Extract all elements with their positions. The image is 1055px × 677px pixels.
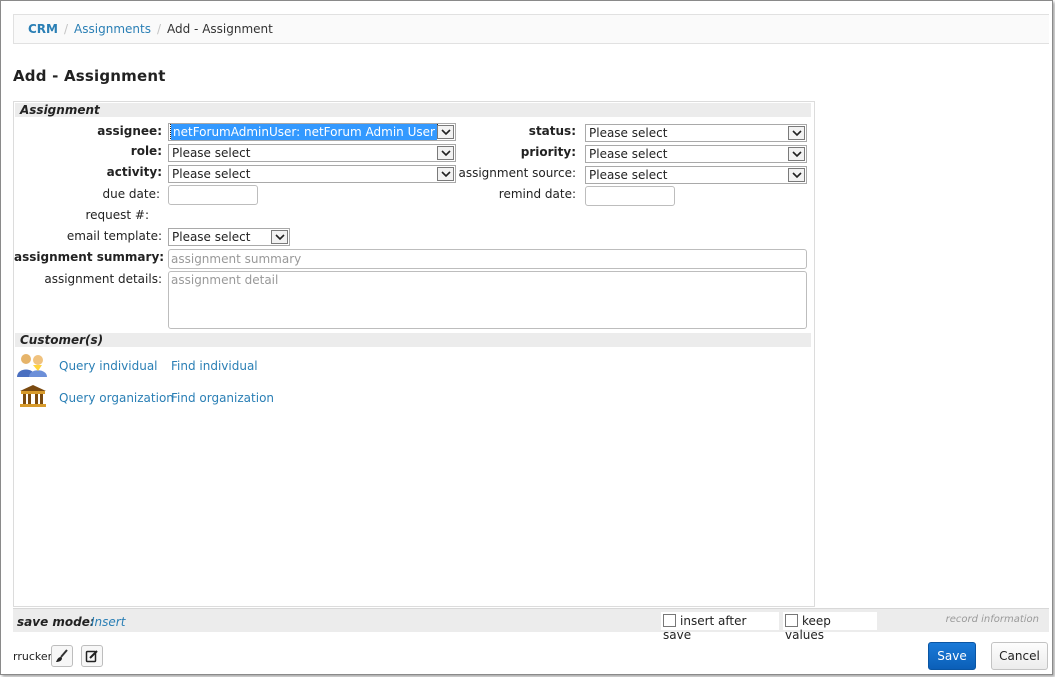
due-date-input[interactable] bbox=[168, 185, 258, 205]
insert-after-save-option[interactable]: insert after save bbox=[661, 612, 779, 642]
role-select-value: Please select bbox=[172, 146, 251, 160]
breadcrumb-assignments-link[interactable]: Assignments bbox=[74, 22, 151, 36]
email-template-label: email template: bbox=[66, 229, 162, 243]
save-button[interactable]: Save bbox=[928, 642, 976, 670]
status-select[interactable]: Please select bbox=[585, 124, 807, 142]
people-icon bbox=[16, 352, 50, 381]
find-organization-link[interactable]: Find organization bbox=[171, 391, 274, 405]
priority-select[interactable]: Please select bbox=[585, 145, 807, 163]
email-template-select-value: Please select bbox=[172, 230, 251, 244]
assignee-label: assignee: bbox=[97, 124, 162, 138]
status-select-value: Please select bbox=[589, 126, 668, 140]
chevron-down-icon bbox=[788, 126, 805, 140]
role-select[interactable]: Please select bbox=[168, 144, 456, 162]
assignee-select-value: netForumAdminUser: netForum Admin User bbox=[170, 124, 438, 140]
insert-after-save-checkbox[interactable] bbox=[663, 614, 676, 627]
assignee-select[interactable]: netForumAdminUser: netForum Admin User bbox=[168, 123, 456, 141]
chevron-down-icon bbox=[271, 230, 288, 244]
email-template-select[interactable]: Please select bbox=[168, 228, 290, 246]
role-label: role: bbox=[130, 144, 162, 158]
query-individual-link[interactable]: Query individual bbox=[59, 359, 158, 373]
request-number-label: request #: bbox=[85, 208, 149, 222]
cancel-button[interactable]: Cancel bbox=[991, 642, 1048, 670]
chevron-down-icon bbox=[437, 167, 454, 181]
section-header-assignment: Assignment bbox=[15, 103, 811, 117]
activity-select-value: Please select bbox=[172, 167, 251, 181]
current-user-label: rrucker bbox=[13, 650, 53, 663]
organization-building-icon bbox=[18, 384, 48, 411]
chevron-down-icon bbox=[788, 168, 805, 182]
assignment-summary-label: assignment summary: bbox=[14, 250, 165, 264]
edit-button[interactable] bbox=[81, 645, 103, 667]
save-mode-label: save mode: bbox=[17, 615, 95, 629]
brush-icon bbox=[52, 649, 72, 663]
breadcrumb-separator: / bbox=[64, 22, 69, 36]
chevron-down-icon bbox=[788, 147, 805, 161]
edit-icon bbox=[82, 649, 102, 663]
status-label: status: bbox=[528, 124, 576, 138]
activity-label: activity: bbox=[106, 165, 162, 179]
breadcrumb: CRM / Assignments / Add - Assignment bbox=[13, 14, 1049, 44]
assignment-source-select-value: Please select bbox=[589, 168, 668, 182]
breadcrumb-crm-link[interactable]: CRM bbox=[28, 22, 58, 36]
window-frame: CRM / Assignments / Add - Assignment Add - A… bbox=[0, 0, 1053, 675]
save-mode-bar: save mode: Insert insert after save keep… bbox=[13, 608, 1049, 642]
customer-individual-row: Query individual Find individual bbox=[16, 352, 316, 380]
assignment-details-textarea[interactable]: assignment detail bbox=[168, 271, 807, 329]
brush-button[interactable] bbox=[51, 645, 73, 667]
remind-date-label: remind date: bbox=[498, 187, 576, 201]
breadcrumb-separator: / bbox=[156, 22, 161, 36]
save-mode-value[interactable]: Insert bbox=[91, 615, 125, 629]
priority-select-value: Please select bbox=[589, 147, 668, 161]
activity-select[interactable]: Please select bbox=[168, 165, 456, 183]
due-date-label: due date: bbox=[102, 187, 160, 201]
query-organization-link[interactable]: Query organization bbox=[59, 391, 174, 405]
assignment-form-panel: Assignment assignee: netForumAdminUser: … bbox=[13, 101, 815, 607]
breadcrumb-current: Add - Assignment bbox=[167, 22, 273, 36]
section-header-customers: Customer(s) bbox=[15, 333, 811, 347]
assignment-source-select[interactable]: Please select bbox=[585, 166, 807, 184]
remind-date-input[interactable] bbox=[585, 186, 675, 206]
find-individual-link[interactable]: Find individual bbox=[171, 359, 258, 373]
assignment-summary-input[interactable]: assignment summary bbox=[168, 249, 807, 269]
record-information-link[interactable]: record information bbox=[946, 614, 1039, 625]
priority-label: priority: bbox=[520, 145, 576, 159]
assignment-details-label: assignment details: bbox=[44, 272, 162, 286]
page-title: Add - Assignment bbox=[13, 67, 166, 85]
keep-values-option[interactable]: keep values bbox=[783, 612, 877, 642]
customer-organization-row: Query organization Find organization bbox=[16, 384, 316, 412]
chevron-down-icon bbox=[437, 146, 454, 160]
chevron-down-icon bbox=[437, 125, 454, 139]
assignment-source-label: assignment source: bbox=[458, 166, 576, 180]
keep-values-checkbox[interactable] bbox=[785, 614, 798, 627]
